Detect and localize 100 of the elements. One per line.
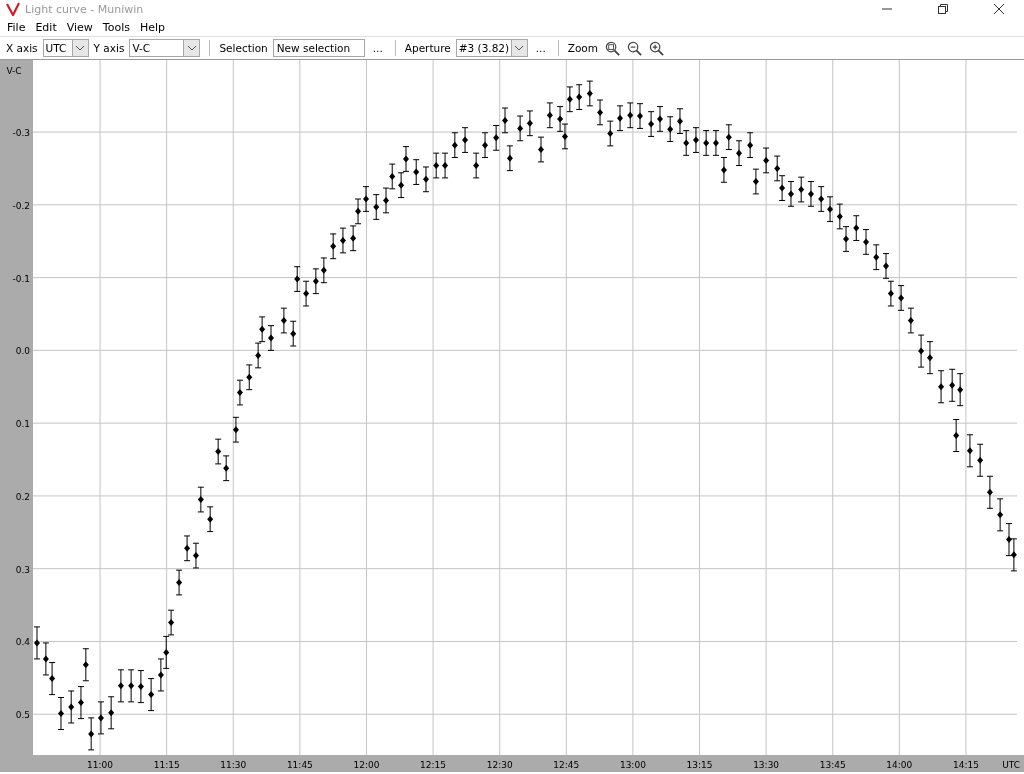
y-axis-title: V-C — [6, 66, 22, 76]
data-point — [626, 102, 634, 129]
data-point — [986, 475, 994, 509]
zoom-in-icon[interactable] — [649, 40, 665, 56]
menu-item[interactable]: Help — [134, 20, 171, 34]
caret-icon — [76, 45, 85, 51]
restore-icon[interactable] — [938, 4, 948, 14]
data-point — [117, 669, 125, 703]
data-point — [907, 307, 915, 334]
window-title: Light curve - Muniwin — [25, 2, 144, 16]
data-point — [339, 227, 347, 254]
zoom-fit-icon[interactable] — [605, 40, 621, 56]
data-point — [852, 215, 860, 241]
data-point — [77, 686, 85, 720]
x-axis-dropdown[interactable]: UTC — [42, 39, 89, 57]
aperture-dropdown[interactable]: #3 (3.82) — [455, 39, 528, 57]
y-tick-label: 0.0 — [15, 346, 30, 357]
data-point — [87, 717, 95, 751]
data-point — [666, 116, 674, 142]
data-point — [807, 181, 815, 207]
y-tick-label: 0.3 — [15, 564, 30, 575]
data-point — [516, 115, 524, 142]
menu-item[interactable]: Edit — [30, 20, 62, 34]
data-point — [752, 168, 760, 195]
data-point — [67, 690, 75, 724]
caret-icon — [515, 45, 524, 51]
data-point — [82, 648, 90, 682]
data-point — [127, 669, 135, 703]
x-tick-label: 12:30 — [486, 760, 513, 770]
y-tick-label: -0.2 — [12, 200, 30, 211]
data-point — [537, 136, 545, 163]
data-point — [692, 127, 700, 153]
data-point — [976, 443, 984, 477]
y-tick-label: -0.3 — [12, 128, 30, 139]
data-point — [952, 419, 960, 453]
data-point — [606, 120, 614, 147]
x-axis-label: X axis — [6, 42, 38, 54]
x-tick-label: 12:00 — [353, 760, 380, 770]
data-point — [451, 132, 459, 158]
data-point — [107, 696, 115, 730]
x-tick-label: 14:15 — [952, 760, 979, 770]
x-tick-label: 13:45 — [819, 760, 846, 770]
data-point — [232, 416, 240, 443]
x-tick-label: 11:45 — [286, 760, 313, 770]
data-point — [372, 194, 380, 220]
data-point — [526, 110, 534, 137]
y-tick-label: 0.1 — [15, 419, 30, 430]
data-point — [966, 434, 974, 468]
aperture-more-button[interactable]: ... — [532, 42, 549, 54]
data-point — [862, 229, 870, 255]
close-icon[interactable] — [994, 4, 1004, 14]
x-axis-title: UTC — [1002, 760, 1020, 770]
data-point — [506, 145, 514, 172]
y-axis-label: Y axis — [93, 42, 125, 54]
data-point — [797, 176, 805, 203]
menu-item[interactable]: File — [2, 20, 31, 34]
selection-more-button[interactable]: ... — [369, 42, 386, 54]
zoom-out-icon[interactable] — [627, 40, 643, 56]
data-point — [735, 140, 743, 166]
caret-icon — [187, 45, 196, 51]
y-tick-label: 0.2 — [15, 491, 30, 502]
data-point — [586, 80, 594, 107]
data-point — [746, 132, 754, 158]
data-point — [872, 244, 880, 271]
y-tick-label: 0.5 — [15, 710, 30, 721]
x-tick-label: 13:30 — [753, 760, 780, 770]
data-point — [175, 569, 183, 596]
data-point — [596, 99, 604, 126]
x-tick-label: 11:30 — [220, 760, 247, 770]
x-tick-label: 13:15 — [686, 760, 713, 770]
data-point — [702, 130, 710, 156]
selection-label: Selection — [219, 42, 268, 54]
data-point — [422, 166, 430, 193]
x-tick-label: 11:00 — [87, 760, 113, 770]
x-tick-label: 13:00 — [619, 760, 646, 770]
data-point — [616, 105, 624, 132]
x-tick-label: 12:45 — [553, 760, 580, 770]
y-tick-label: 0.4 — [15, 637, 30, 648]
data-point — [546, 102, 554, 129]
data-point — [762, 147, 770, 174]
x-tick-label: 11:15 — [153, 760, 180, 770]
data-point — [636, 103, 644, 129]
data-point — [725, 124, 733, 150]
aperture-label: Aperture — [404, 42, 451, 54]
x-tick-label: 12:15 — [420, 760, 447, 770]
data-point — [97, 701, 105, 735]
data-point — [137, 670, 145, 704]
data-point — [461, 127, 469, 153]
data-point — [937, 370, 945, 404]
zoom-label: Zoom — [567, 42, 599, 54]
data-point — [412, 159, 420, 185]
data-point — [147, 678, 155, 712]
y-tick-label: -0.1 — [12, 273, 30, 284]
app-logo-icon — [6, 2, 20, 16]
menu-item[interactable]: View — [61, 20, 98, 34]
selection-field[interactable]: New selection — [272, 39, 365, 57]
x-tick-label: 14:00 — [886, 760, 913, 770]
menu-item[interactable]: Tools — [97, 20, 135, 34]
data-point — [897, 285, 905, 311]
y-axis-dropdown[interactable]: V-C — [129, 39, 201, 57]
